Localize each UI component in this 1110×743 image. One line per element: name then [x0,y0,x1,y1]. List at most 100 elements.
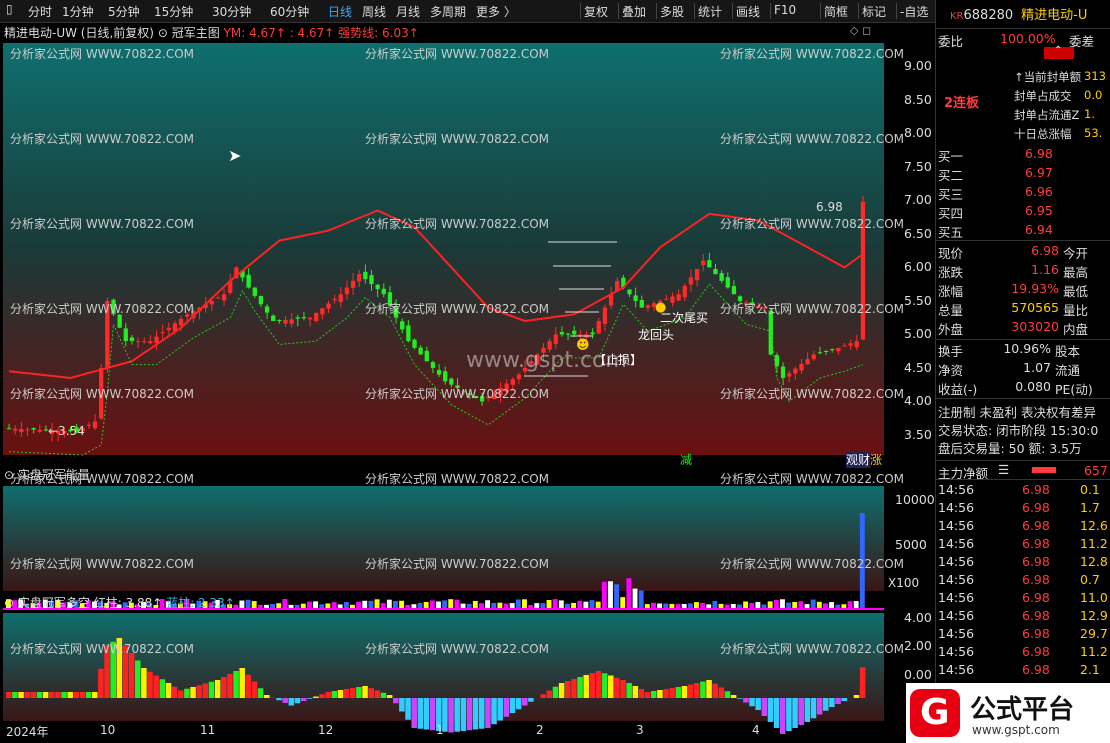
bullbear-bar [589,673,596,698]
volume-bar [368,600,374,608]
divider [936,240,1110,241]
bullbear-bar [792,698,798,728]
candle-body [565,333,571,335]
volume-y-tick: 10000 [895,492,935,507]
panel-toggle-icon[interactable]: ▯ [6,2,13,16]
menu-icon[interactable]: ☰ [998,462,1009,477]
bullbear-bar [178,690,184,698]
bullbear-bar [307,698,313,699]
candle-body [320,308,325,315]
timeframe-tab[interactable]: 5分钟 [108,3,140,20]
timeframe-tab[interactable]: 多周期 [430,3,466,20]
watermark: 分析家公式网 WWW.70822.COM [10,302,195,316]
timeframe-tab[interactable]: 月线 [396,3,420,20]
bullbear-bar [67,692,73,698]
expand-arrow-icon[interactable]: ⌃ [1044,45,1074,59]
volume-bar [620,597,626,608]
volume-bar [829,602,835,608]
logo-title: 公式平台 [970,695,1075,725]
candle-body [221,294,227,301]
seal-label: ↑当前封单额 [1014,70,1082,84]
indicator-icon[interactable]: ⊙ [4,596,14,610]
bullbear-bar [245,674,252,698]
tick-row: 14:56 6.98 1.7 [936,500,1110,518]
seal-label: 封单占成交 [1014,89,1072,103]
quote-row: 现价 6.98 今开 [936,243,1110,261]
watermark: 分析家公式网 WWW.70822.COM [10,132,195,146]
bullbear-bar [595,671,602,698]
timeframe-tab[interactable]: 更多 〉 [476,3,516,20]
candle-body [590,332,595,335]
after-hours-volume: 盘后交易量: 50 额: 3.5万 [938,441,1082,456]
main-net-row: 主力净额 ☰ 657 [936,460,1110,481]
indicator-name[interactable]: 冠军主图 [172,26,220,40]
timeframe-tab[interactable]: 分时 [28,3,52,20]
volume-bar [841,604,847,608]
stock-name: 精进电动-U [1021,8,1088,23]
volume-bar [331,602,337,608]
timeframe-tab[interactable]: 日线 [328,3,352,20]
volume-bar [307,601,312,608]
timeframe-tab[interactable]: 60分钟 [270,3,309,20]
bullbear-bar [755,698,761,710]
tick-volume: 12.8 [1080,554,1108,569]
toolbar-button[interactable]: F10 [774,3,796,17]
quote-label: 外盘 [938,322,964,337]
timeframe-tab[interactable]: 周线 [362,3,386,20]
candle-body [645,305,651,308]
quote-row: 涨幅 19.93% 最低 [936,281,1110,299]
timeframe-tab[interactable]: 1分钟 [62,3,94,20]
toolbar-button[interactable]: 统计 [698,3,722,20]
toolbar-button[interactable]: -自选 [900,3,928,20]
bullbear-bar [638,689,645,698]
tick-time: 14:56 [938,518,975,533]
candle-body [633,295,638,301]
quote-value: 19.93% [1011,281,1059,296]
toolbar-button[interactable]: 多股 [660,3,684,20]
volume-bar [657,603,663,608]
bullbear-bar [276,698,282,701]
volume-bar [786,602,792,608]
volume-bar [472,600,478,608]
bullbear-bar [724,691,731,698]
toolbar-button[interactable]: 复权 [584,3,608,20]
toolbar-button[interactable]: 标记 [862,3,886,20]
bullbear-panel-title[interactable]: 实盘冠军多空 [18,596,90,610]
bullbear-bar [393,698,399,704]
zhang-tag: 涨 [870,453,883,467]
volume-bar [663,603,669,608]
volume-bar [319,604,325,608]
x-axis-label: 11 [200,723,216,737]
volume-bar [749,603,755,608]
price-high-label: 6.98 [816,200,843,214]
volume-bar [503,603,509,608]
toolbar-button[interactable]: 叠加 [622,3,646,20]
bullbear-bar [767,698,774,722]
candle-body [314,312,319,322]
toolbar-button[interactable]: 简框 [824,3,848,20]
bullbear-bar [153,675,159,698]
y-axis-tick: 6.00 [904,259,932,274]
bullbear-bar [6,692,12,698]
candle-body [6,428,12,430]
mouse-cursor-icon: ➤ [228,146,242,165]
main-chart-header: 精进电动-UW (日线,前复权) ⊙ 冠军主图 YM: 4.67↑ : 4.67… [4,24,419,41]
bullbear-bar [810,698,817,719]
watermark: 分析家公式网 WWW.70822.COM [720,642,905,656]
bullbear-bar [221,677,227,698]
volume-bar [374,599,380,608]
timeframe-tab[interactable]: 30分钟 [212,3,251,20]
collapse-icon[interactable]: ◇ ◻ [850,24,871,37]
volume-bar [552,599,558,608]
bullbear-bar [165,683,172,698]
watermark: 分析家公式网 WWW.70822.COM [365,302,550,316]
timeframe-tab[interactable]: 15分钟 [154,3,193,20]
indicator-icon[interactable]: ⊙ [158,26,168,40]
bullbear-bar [546,690,553,698]
candle-body [344,287,350,295]
toolbar-button[interactable]: 画线 [736,3,760,20]
quote-label: 涨跌 [938,265,964,280]
bullbear-bar [300,698,307,701]
candle-body [258,295,264,305]
volume-bar [571,602,577,608]
